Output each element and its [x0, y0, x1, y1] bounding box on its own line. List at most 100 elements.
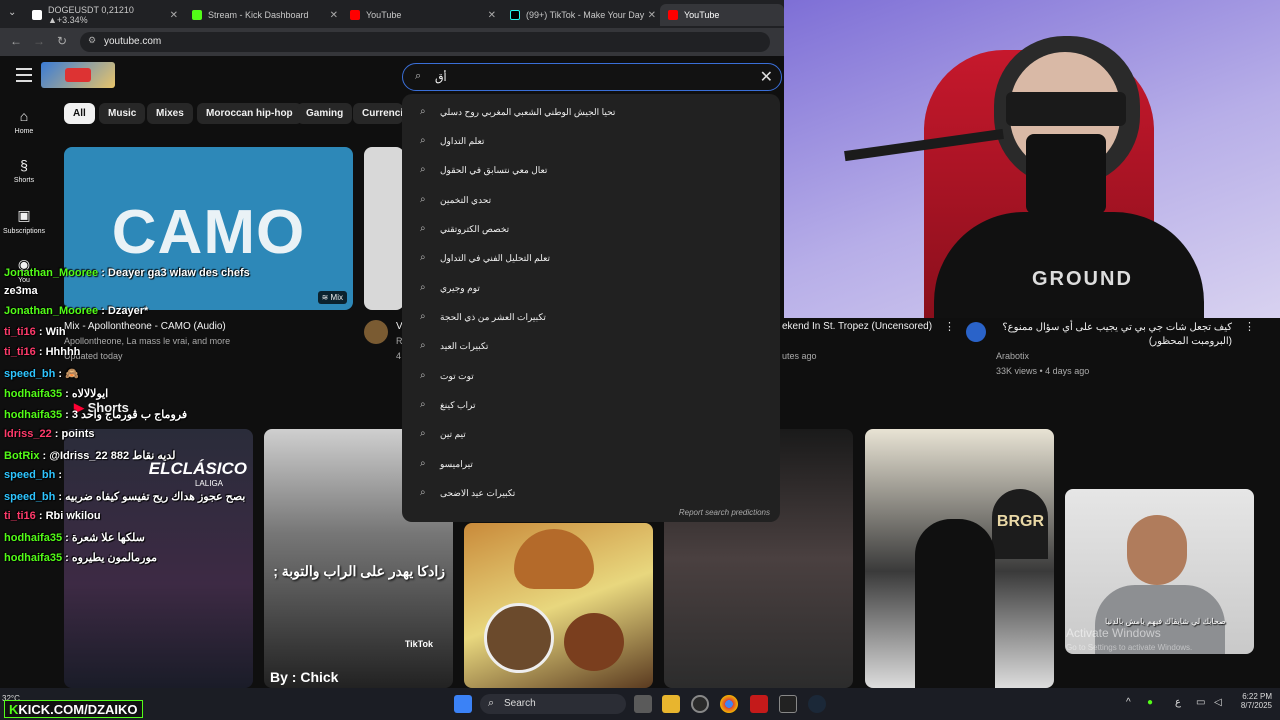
- search-icon: ⌕: [415, 70, 422, 82]
- suggestion-item[interactable]: ⌕ تحدي التخمين: [420, 192, 760, 210]
- report-search-predictions-link[interactable]: Report search predictions: [679, 508, 770, 517]
- search-icon: ⌕: [420, 135, 426, 146]
- windows-start-icon[interactable]: [454, 695, 472, 713]
- close-icon[interactable]: ✕: [330, 10, 338, 21]
- forward-icon[interactable]: →: [33, 34, 45, 48]
- chat-message: Jonathan_Mooree : Deayer ga3 wlaw des ch…: [4, 267, 250, 279]
- sidebar-item-label: Home: [14, 128, 34, 135]
- video-channel[interactable]: Apollontheone, La mass le vrai, and more: [64, 336, 230, 346]
- video-title[interactable]: Mix - Apollontheone - CAMO (Audio): [64, 321, 226, 332]
- site-info-icon[interactable]: ⚙: [88, 35, 96, 46]
- menu-icon[interactable]: [16, 68, 32, 82]
- tab-youtube-1[interactable]: YouTube ✕: [342, 4, 502, 26]
- suggestion-item[interactable]: ⌕ تيراميسو: [420, 456, 760, 474]
- microphone-icon[interactable]: ●: [1147, 697, 1153, 708]
- obs-icon[interactable]: [691, 695, 709, 713]
- chip-music[interactable]: Music: [99, 103, 146, 124]
- clock-time: 6:22 PM: [1242, 692, 1272, 701]
- file-explorer-icon[interactable]: [662, 695, 680, 713]
- media-player-icon[interactable]: [750, 695, 768, 713]
- suggestion-item[interactable]: ⌕ تكبيرات عيد الاضحى: [420, 485, 760, 503]
- suggestion-item[interactable]: ⌕ تعال معي نتسابق في الحقول: [420, 162, 760, 180]
- chat-message: ti_ti16 : Wih: [4, 326, 66, 338]
- suggestion-item[interactable]: ⌕ تعلم التحليل الفني في التداول: [420, 250, 760, 268]
- video-title[interactable]: ekend In St. Tropez (Uncensored): [782, 321, 932, 332]
- home-icon: ⌂: [19, 108, 29, 124]
- suggestion-item[interactable]: ⌕ توم وجيري: [420, 280, 760, 298]
- tab-label: YouTube: [684, 10, 720, 20]
- search-input[interactable]: ⌕ أق ✕: [402, 63, 782, 91]
- clock[interactable]: 6:22 PM 8/7/2025: [1236, 692, 1272, 710]
- video-thumbnail-camo[interactable]: CAMO ≋ Mix: [64, 147, 353, 310]
- avatar[interactable]: [364, 320, 388, 344]
- suggestion-item[interactable]: ⌕ تيم تين: [420, 426, 760, 444]
- suggestion-item[interactable]: ⌕ توت توت: [420, 368, 760, 386]
- search-icon: ⌕: [420, 399, 426, 410]
- channel-avatar-arabotix[interactable]: [966, 322, 986, 342]
- short-thumbnail-brgr[interactable]: BRGR: [865, 429, 1054, 688]
- chat-message: BotRix : @Idriss_22 882 لديه نقاط: [4, 450, 176, 462]
- language-indicator[interactable]: ع: [1175, 697, 1181, 708]
- search-icon: ⌕: [420, 252, 426, 263]
- video-title[interactable]: كيف تجعل شات جي بي تي يجيب على أي سؤال م…: [996, 321, 1232, 349]
- tradingview-icon: [32, 10, 42, 20]
- tiktok-watermark: TikTok: [404, 639, 433, 649]
- video-meta: 33K views • 4 days ago: [996, 366, 1090, 376]
- clear-search-icon[interactable]: ✕: [760, 67, 773, 87]
- search-icon: ⌕: [420, 164, 426, 175]
- youtube-icon: [350, 10, 360, 20]
- tab-youtube-active[interactable]: YouTube: [660, 4, 784, 26]
- chip-all[interactable]: All: [64, 103, 95, 124]
- reload-icon[interactable]: ↻: [57, 34, 67, 48]
- close-icon[interactable]: ✕: [488, 10, 496, 21]
- url-field[interactable]: ⚙ youtube.com: [80, 32, 770, 52]
- more-actions-icon[interactable]: ⋮: [944, 320, 955, 333]
- suggestion-item[interactable]: ⌕ تكبيرات العيد: [420, 338, 760, 356]
- short-thumbnail-burger[interactable]: [464, 523, 653, 688]
- back-icon[interactable]: ←: [10, 34, 22, 48]
- tab-search-icon[interactable]: ⌄: [8, 7, 16, 18]
- steam-icon[interactable]: [808, 695, 826, 713]
- search-icon: ⌕: [420, 428, 426, 439]
- tray-chevron-icon[interactable]: ^: [1126, 697, 1131, 708]
- suggestion-item[interactable]: ⌕ تراب كينغ: [420, 397, 760, 415]
- close-icon[interactable]: ✕: [648, 10, 656, 21]
- chip-gaming[interactable]: Gaming: [297, 103, 353, 124]
- chip-moroccan-hip-hop[interactable]: Moroccan hip-hop: [197, 103, 302, 124]
- chat-message: speed_bh :: [4, 469, 63, 481]
- volume-icon[interactable]: ◁: [1214, 697, 1222, 708]
- search-icon: ⌕: [420, 458, 426, 469]
- suggestion-item[interactable]: ⌕ تحيا الجيش الوطني الشعبي المغربي روح دس…: [420, 104, 760, 122]
- suggestion-item[interactable]: ⌕ تكبيرات العشر من ذي الحجة: [420, 309, 760, 327]
- browser-tab-bar: DOGEUSDT 0,21210 ▲+3.34% ✕ Stream - Kick…: [0, 0, 784, 28]
- youtube-doodle-logo[interactable]: [41, 62, 115, 88]
- video-meta: 4: [396, 351, 402, 361]
- activate-windows-watermark: Activate Windows: [1066, 626, 1161, 640]
- sidebar-item-home[interactable]: ⌂ Home: [0, 108, 48, 135]
- youtube-icon: [668, 10, 678, 20]
- taskbar-search[interactable]: ⌕ Search: [480, 694, 626, 714]
- close-icon[interactable]: ✕: [170, 10, 178, 21]
- video-thumbnail[interactable]: [364, 147, 404, 310]
- more-actions-icon[interactable]: ⋮: [1244, 320, 1255, 333]
- webcam-feed: GROUND: [784, 0, 1280, 318]
- video-channel[interactable]: Arabotix: [996, 351, 1029, 361]
- epic-games-icon[interactable]: [779, 695, 797, 713]
- sidebar-item-subscriptions[interactable]: ▣ Subscriptions: [0, 207, 48, 235]
- tab-kick-dashboard[interactable]: Stream - Kick Dashboard ✕: [184, 4, 344, 26]
- suggestion-item[interactable]: ⌕ تخصص الكتروتقني: [420, 221, 760, 239]
- chip-currencies[interactable]: Currencie: [353, 103, 403, 124]
- task-view-icon[interactable]: [634, 695, 652, 713]
- search-icon: ⌕: [420, 194, 426, 205]
- network-icon[interactable]: ▭: [1196, 697, 1205, 708]
- search-suggestions-dropdown: ⌕ تحيا الجيش الوطني الشعبي المغربي روح دس…: [402, 94, 780, 522]
- chat-message: hodhaifa35 : ايولالالاه: [4, 388, 109, 400]
- chip-mixes[interactable]: Mixes: [147, 103, 193, 124]
- tab-tiktok[interactable]: (99+) TikTok - Make Your Day ✕: [502, 4, 662, 26]
- chrome-icon[interactable]: [720, 695, 738, 713]
- search-icon: ⌕: [420, 487, 426, 498]
- sidebar-item-shorts[interactable]: § Shorts: [0, 157, 48, 184]
- chat-message: ze3ma: [4, 285, 38, 297]
- suggestion-item[interactable]: ⌕ تعلم التداول: [420, 133, 760, 151]
- tab-dogeusdt[interactable]: DOGEUSDT 0,21210 ▲+3.34% ✕: [24, 4, 184, 26]
